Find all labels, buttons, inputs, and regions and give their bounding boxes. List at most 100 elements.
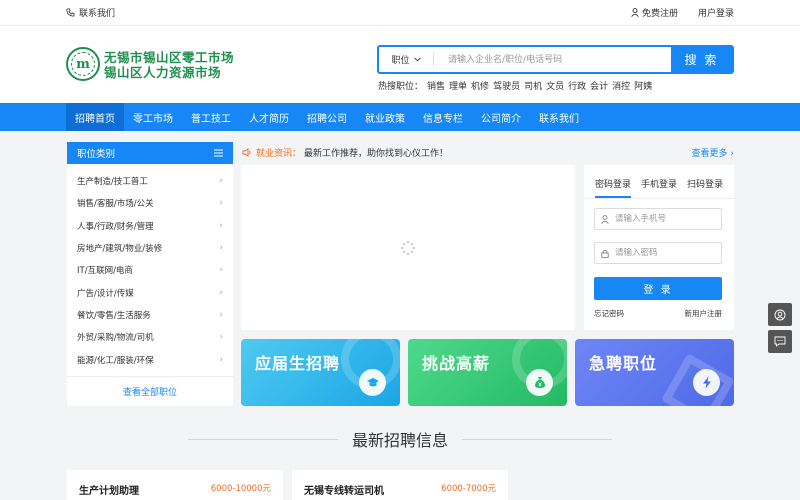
hot-item[interactable]: 行政 <box>568 79 586 92</box>
nav-info[interactable]: 信息专栏 <box>414 103 472 131</box>
customer-service-button[interactable] <box>768 303 792 326</box>
news-headline[interactable]: 最新工作推荐，助你找到心仪工作！ <box>304 146 692 159</box>
category-item[interactable]: 生产制造/技工普工 › <box>67 170 233 192</box>
logo-line-2: 锡山区人力资源市场 <box>104 65 222 80</box>
category-item[interactable]: 广告/设计/传媒 › <box>67 281 233 303</box>
category-item[interactable]: IT/互联网/电商 › <box>67 259 233 281</box>
login-panel: 密码登录 手机登录 扫码登录 登 录 忘记密码 新用户注册 <box>584 165 734 330</box>
chevron-right-icon: › <box>219 243 223 254</box>
high-salary-card[interactable]: 挑战高薪 <box>408 339 567 406</box>
chevron-right-icon: › <box>219 287 223 298</box>
hot-item[interactable]: 消控 <box>612 79 630 92</box>
message-icon <box>774 336 786 347</box>
category-label: 人事/行政/财务/管理 <box>77 221 154 232</box>
main-nav: 招聘首页 零工市场 普工技工 人才简历 招聘公司 就业政策 信息专栏 公司简介 … <box>0 103 800 131</box>
hot-label: 热搜职位： <box>378 82 424 92</box>
password-field <box>594 242 722 264</box>
phone-field <box>594 208 722 230</box>
nav-companies[interactable]: 招聘公司 <box>298 103 356 131</box>
card-title: 挑战高薪 <box>422 354 491 373</box>
category-item[interactable]: 房地产/建筑/物业/装修 › <box>67 237 233 259</box>
job-listing[interactable]: 无锡专线转运司机 6000-7000元 <box>292 470 508 500</box>
chevron-right-icon: › <box>219 354 223 365</box>
chevron-right-icon: › <box>219 220 223 231</box>
search-category-select[interactable]: 职位 <box>379 53 434 66</box>
hot-item[interactable]: 文员 <box>546 79 564 92</box>
loading-spinner-icon <box>401 240 415 255</box>
lock-icon <box>601 249 609 258</box>
divider <box>584 198 734 199</box>
logo-emblem[interactable]: m <box>66 47 100 81</box>
tab-phone-login[interactable]: 手机登录 <box>641 177 677 198</box>
news-more-label: 查看更多 <box>691 148 728 159</box>
news-ticker: 就业资讯： 最新工作推荐，助你找到心仪工作！ 查看更多 › <box>242 144 734 160</box>
password-input[interactable] <box>615 248 715 258</box>
nav-resumes[interactable]: 人才简历 <box>240 103 298 131</box>
search-category-label: 职位 <box>391 56 410 66</box>
nav-home[interactable]: 招聘首页 <box>66 103 124 131</box>
category-label: 生产制造/技工普工 <box>77 177 148 188</box>
graduate-jobs-card[interactable]: 应届生招聘 <box>241 339 400 406</box>
job-listing[interactable]: 生产计划助理 6000-10000元 <box>67 470 283 500</box>
login-button[interactable]: 登 录 <box>594 277 722 300</box>
logo-text[interactable]: 无锡市锡山区零工市场 锡山区人力资源市场 <box>104 50 234 80</box>
hot-item[interactable]: 理单 <box>449 79 467 92</box>
register-link[interactable]: 免费注册 <box>631 6 678 19</box>
job-salary: 6000-7000元 <box>441 484 496 494</box>
money-bag-icon <box>526 369 553 396</box>
hot-item[interactable]: 驾驶员 <box>493 79 520 92</box>
view-all-categories-link[interactable]: 查看全部职位 <box>67 376 233 406</box>
hot-item[interactable]: 阿姨 <box>634 79 652 92</box>
category-item[interactable]: 能源/化工/服装/环保 › <box>67 348 233 370</box>
logo-mark: m <box>71 52 95 76</box>
search-input[interactable] <box>434 47 671 72</box>
banner-carousel[interactable] <box>241 165 575 330</box>
chevron-right-icon: › <box>219 176 223 187</box>
urgent-jobs-card[interactable]: 急聘职位 <box>575 339 734 406</box>
category-label: 餐饮/零售/生活服务 <box>77 310 151 321</box>
nav-contact[interactable]: 联系我们 <box>530 103 588 131</box>
category-item[interactable]: 销售/客服/市场/公关 › <box>67 192 233 214</box>
category-item[interactable]: 餐饮/零售/生活服务 › <box>67 304 233 326</box>
category-header: 职位类别 <box>67 142 233 164</box>
message-button[interactable] <box>768 330 792 353</box>
category-label: 销售/客服/市场/公关 <box>77 199 154 210</box>
nav-about[interactable]: 公司简介 <box>472 103 530 131</box>
hot-searches: 热搜职位： 销售 理单 机修 驾驶员 司机 文员 行政 会计 消控 阿姨 <box>378 79 652 92</box>
contact-link[interactable]: 联系我们 <box>66 6 115 19</box>
category-label: 房地产/建筑/物业/装修 <box>77 244 163 255</box>
menu-icon[interactable] <box>214 149 223 157</box>
section-title: 最新招聘信息 <box>351 431 448 450</box>
new-user-register-link[interactable]: 新用户注册 <box>685 308 723 319</box>
category-panel: 职位类别 生产制造/技工普工 › 销售/客服/市场/公关 › 人事/行政/财务/管理… <box>67 142 233 406</box>
tab-qr-login[interactable]: 扫码登录 <box>687 177 723 198</box>
login-link[interactable]: 用户登录 <box>698 6 734 19</box>
tab-password-login[interactable]: 密码登录 <box>594 177 631 198</box>
nav-policy[interactable]: 就业政策 <box>356 103 414 131</box>
card-title: 急聘职位 <box>589 354 658 373</box>
nav-gig-market[interactable]: 零工市场 <box>124 103 182 131</box>
news-more-link[interactable]: 查看更多 › <box>692 146 734 159</box>
hot-item[interactable]: 销售 <box>427 79 445 92</box>
hot-item[interactable]: 机修 <box>471 79 489 92</box>
search-bar: 职位 搜 索 <box>377 45 734 74</box>
contact-label: 联系我们 <box>79 9 116 19</box>
forgot-password-link[interactable]: 忘记密码 <box>594 308 624 319</box>
user-icon <box>601 214 609 224</box>
hot-item[interactable]: 会计 <box>590 79 608 92</box>
speaker-icon <box>242 147 251 157</box>
chevron-right-icon: › <box>219 198 223 209</box>
chevron-right-icon: › <box>219 309 223 320</box>
job-title: 生产计划助理 <box>79 486 139 497</box>
nav-workers[interactable]: 普工技工 <box>182 103 240 131</box>
category-title: 职位类别 <box>77 149 116 160</box>
search-button[interactable]: 搜 索 <box>671 47 732 72</box>
user-icon <box>631 8 639 17</box>
category-item[interactable]: 外贸/采购/物流/司机 › <box>67 326 233 348</box>
latest-jobs-heading: 最新招聘信息 <box>0 427 800 451</box>
category-item[interactable]: 人事/行政/财务/管理 › <box>67 215 233 237</box>
hot-item[interactable]: 司机 <box>524 79 542 92</box>
news-label: 就业资讯： <box>256 148 302 159</box>
phone-input[interactable] <box>615 214 715 224</box>
category-label: 广告/设计/传媒 <box>77 288 134 299</box>
